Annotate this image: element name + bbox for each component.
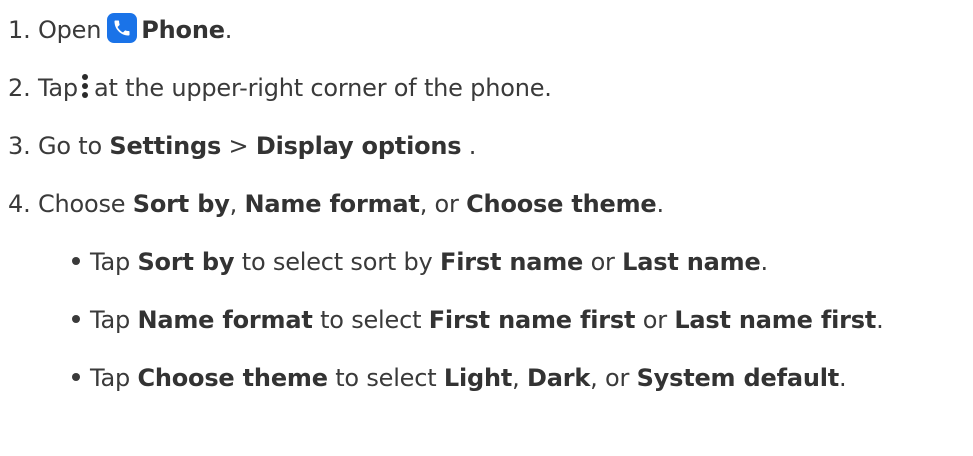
bullet-icon	[72, 257, 80, 265]
first-name-first-label: First name first	[428, 306, 636, 334]
bullet-text: to select	[327, 364, 444, 392]
first-name-label: First name	[440, 248, 584, 276]
bullet-text: to select sort by	[234, 248, 440, 276]
step-text: Go to	[37, 132, 110, 160]
last-name-first-label: Last name first	[674, 306, 877, 334]
step-text: Open	[37, 16, 102, 44]
separator: >	[221, 132, 256, 160]
bullet-text: to select	[312, 306, 429, 334]
step-1: 1. Open Phone.	[8, 13, 233, 46]
instructions-document: 1. Open Phone. 2. Tap at the upper-right c…	[0, 0, 973, 456]
step-2: 2. Tap at the upper-right corner of the p…	[8, 72, 552, 104]
step-text: .	[461, 132, 477, 160]
last-name-label: Last name	[622, 248, 761, 276]
bullet-text: Tap	[90, 248, 138, 276]
bullet-item-choose-theme: Tap Choose theme to select Light, Dark, …	[72, 362, 847, 394]
bullet-text: .	[760, 248, 769, 276]
bullet-item-sort-by: Tap Sort by to select sort by First name…	[72, 246, 768, 278]
light-label: Light	[443, 364, 513, 392]
settings-label: Settings	[109, 132, 222, 160]
bullet-text: or	[583, 248, 623, 276]
step-text: .	[656, 190, 664, 218]
step-number: 3.	[8, 132, 38, 160]
choose-theme-label: Choose theme	[137, 364, 328, 392]
step-3: 3. Go to Settings > Display options .	[8, 130, 476, 162]
step-text: Tap	[37, 74, 78, 102]
bullet-text: or	[635, 306, 675, 334]
bullet-text: Tap	[90, 306, 138, 334]
step-number: 1.	[8, 16, 38, 44]
step-number: 2.	[8, 74, 38, 102]
sort-by-label: Sort by	[137, 248, 235, 276]
step-text: Choose	[37, 190, 133, 218]
bullet-text: ,	[512, 364, 528, 392]
bullet-icon	[72, 315, 80, 323]
bullet-item-name-format: Tap Name format to select First name fir…	[72, 304, 884, 336]
step-4: 4. Choose Sort by, Name format, or Choos…	[8, 188, 664, 220]
bullet-text: Tap	[90, 364, 138, 392]
bullet-text: .	[839, 364, 847, 392]
step-text: at the upper-right corner of the phone.	[93, 74, 552, 102]
step-text: ,	[229, 190, 245, 218]
bullet-icon	[72, 373, 80, 381]
app-name: Phone	[141, 16, 225, 44]
step-text: , or	[419, 190, 467, 218]
sort-by-label: Sort by	[132, 190, 230, 218]
step-number: 4.	[8, 190, 38, 218]
bullet-text: .	[876, 306, 884, 334]
dark-label: Dark	[527, 364, 591, 392]
bullet-text: , or	[590, 364, 637, 392]
choose-theme-label: Choose theme	[466, 190, 657, 218]
more-vert-icon	[80, 73, 90, 99]
step-text: .	[224, 16, 233, 44]
phone-app-icon	[107, 13, 138, 43]
name-format-label: Name format	[137, 306, 313, 334]
name-format-label: Name format	[244, 190, 420, 218]
system-default-label: System default	[636, 364, 840, 392]
display-options-label: Display options	[255, 132, 462, 160]
